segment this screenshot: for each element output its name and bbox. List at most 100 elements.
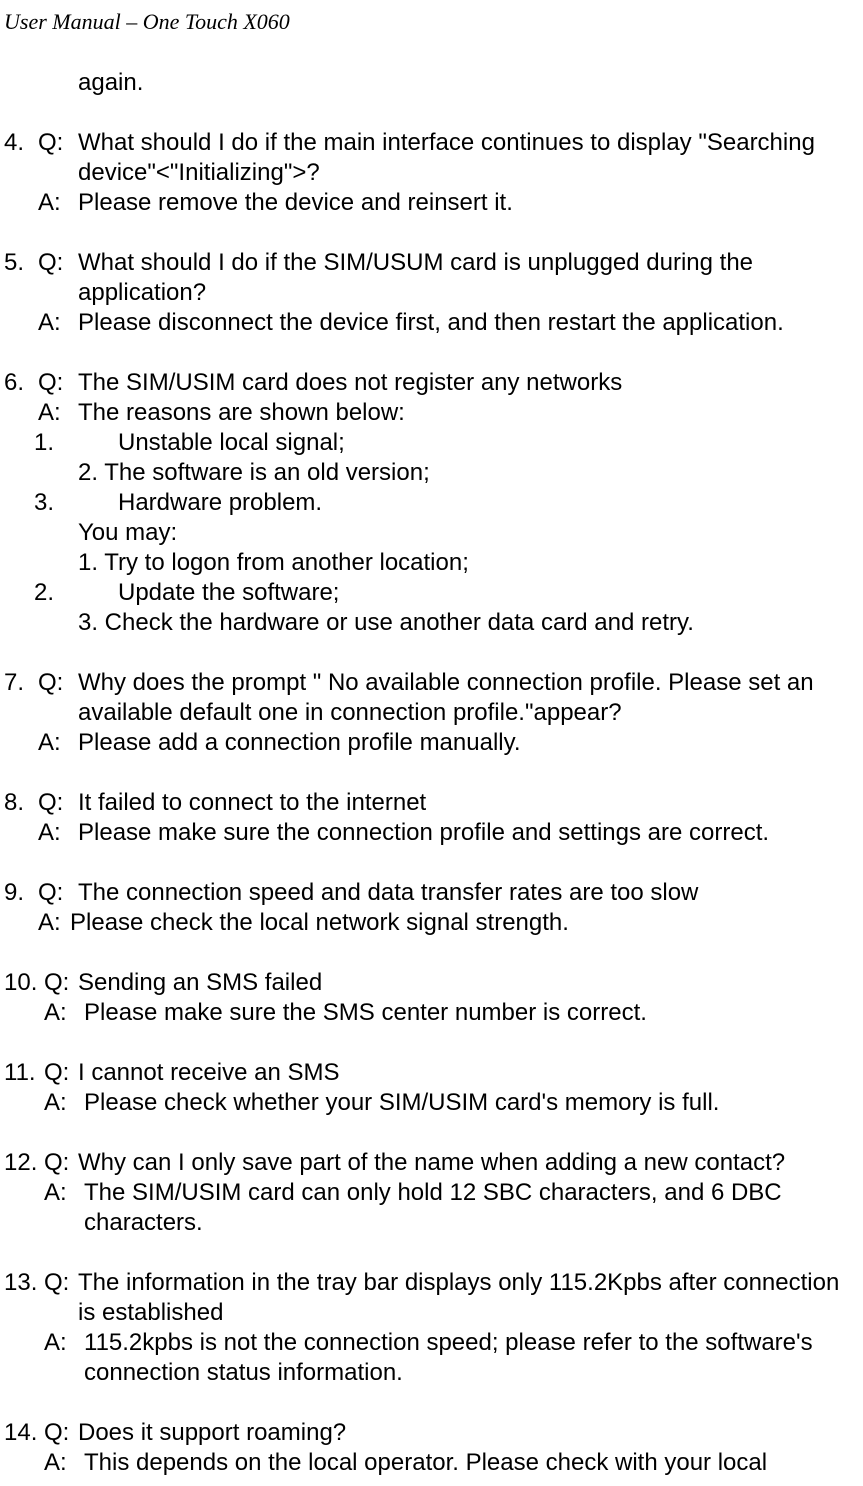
q-label: Q: xyxy=(44,1268,78,1328)
answer-row: 10.A:Please make sure the SMS center num… xyxy=(4,998,859,1028)
a-label: A: xyxy=(38,818,78,848)
answer-row: 13.A:115.2kpbs is not the connection spe… xyxy=(4,1328,859,1388)
answer-text: Please make sure the connection profile … xyxy=(78,818,859,848)
continuation-text: again. xyxy=(78,68,859,98)
q-label: Q: xyxy=(38,788,78,818)
answer-text: Please check whether your SIM/USIM card'… xyxy=(84,1088,859,1118)
answer-row: 4.A:Please remove the device and reinser… xyxy=(4,188,859,218)
item-number: 13. xyxy=(4,1268,44,1328)
answer-text: The reasons are shown below: xyxy=(78,398,859,428)
answer-text: The SIM/USIM card can only hold 12 SBC c… xyxy=(84,1178,859,1238)
question-row: 4.Q:What should I do if the main interfa… xyxy=(4,128,859,188)
sub-text: Unstable local signal; xyxy=(118,428,859,458)
q-label: Q: xyxy=(44,1058,78,1088)
a-label: A: xyxy=(44,998,84,1028)
item-number: 6. xyxy=(4,368,38,398)
question-row: 9.Q:The connection speed and data transf… xyxy=(4,878,859,908)
question-text: I cannot receive an SMS xyxy=(78,1058,859,1088)
answer-row: 8.A:Please make sure the connection prof… xyxy=(4,818,859,848)
a-label: A: xyxy=(44,1448,84,1478)
page-header: User Manual – One Touch X060 xyxy=(0,0,863,36)
sub-number: 3. xyxy=(4,488,78,518)
item-number: 7. xyxy=(4,668,38,728)
item-number: 5. xyxy=(4,248,38,308)
faq-item: 12.Q:Why can I only save part of the nam… xyxy=(4,1148,859,1238)
question-text: Why does the prompt " No available conne… xyxy=(78,668,859,728)
question-row: 11.Q:I cannot receive an SMS xyxy=(4,1058,859,1088)
q-label: Q: xyxy=(44,968,78,998)
document-body: again. 4.Q:What should I do if the main … xyxy=(0,36,863,1478)
a-label: A: xyxy=(38,308,78,338)
faq-item: 6.Q:The SIM/USIM card does not register … xyxy=(4,368,859,638)
item-number: 12. xyxy=(4,1148,44,1178)
a-label: A: xyxy=(38,188,78,218)
answer-text: Please make sure the SMS center number i… xyxy=(84,998,859,1028)
item-number: 14. xyxy=(4,1418,44,1448)
faq-item: 14.Q:Does it support roaming?14.A:This d… xyxy=(4,1418,859,1478)
sub-list-row: 3. Hardware problem. xyxy=(4,488,859,518)
faq-item: 10.Q:Sending an SMS failed10.A:Please ma… xyxy=(4,968,859,1028)
question-row: 14.Q:Does it support roaming? xyxy=(4,1418,859,1448)
a-label: A: xyxy=(38,728,78,758)
answer-row: 14.A:This depends on the local operator.… xyxy=(4,1448,859,1478)
question-row: 13.Q:The information in the tray bar dis… xyxy=(4,1268,859,1328)
question-text: The SIM/USIM card does not register any … xyxy=(78,368,859,398)
sub-number: 2. xyxy=(4,578,78,608)
question-text: The connection speed and data transfer r… xyxy=(78,878,859,908)
q-label: Q: xyxy=(38,248,78,308)
sub-number: 1. xyxy=(4,428,78,458)
a-label: A: xyxy=(38,398,78,428)
q-label: Q: xyxy=(38,878,78,908)
faq-item: 13.Q:The information in the tray bar dis… xyxy=(4,1268,859,1388)
answer-text: Please check the local network signal st… xyxy=(70,908,859,938)
sub-list-row: 1. Unstable local signal; xyxy=(4,428,859,458)
sub-list-row: 2. Update the software; xyxy=(4,578,859,608)
question-text: Why can I only save part of the name whe… xyxy=(78,1148,859,1178)
question-text: What should I do if the SIM/USUM card is… xyxy=(78,248,859,308)
question-text: It failed to connect to the internet xyxy=(78,788,859,818)
answer-row: 5.A:Please disconnect the device first, … xyxy=(4,308,859,338)
faq-list: 4.Q:What should I do if the main interfa… xyxy=(4,128,859,1478)
item-number: 8. xyxy=(4,788,38,818)
item-number: 9. xyxy=(4,878,38,908)
item-number: 10. xyxy=(4,968,44,998)
faq-item: 8.Q:It failed to connect to the internet… xyxy=(4,788,859,848)
faq-item: 7.Q:Why does the prompt " No available c… xyxy=(4,668,859,758)
faq-item: 5.Q:What should I do if the SIM/USUM car… xyxy=(4,248,859,338)
answer-text: Please disconnect the device first, and … xyxy=(78,308,859,338)
q-label: Q: xyxy=(44,1148,78,1178)
sub-mid-text: You may: xyxy=(78,518,859,548)
question-row: 12.Q:Why can I only save part of the nam… xyxy=(4,1148,859,1178)
question-row: 6.Q:The SIM/USIM card does not register … xyxy=(4,368,859,398)
question-row: 5.Q:What should I do if the SIM/USUM car… xyxy=(4,248,859,308)
question-text: What should I do if the main interface c… xyxy=(78,128,859,188)
answer-row: 6.A:The reasons are shown below: xyxy=(4,398,859,428)
question-text: Sending an SMS failed xyxy=(78,968,859,998)
question-row: 10.Q:Sending an SMS failed xyxy=(4,968,859,998)
a-label: A: xyxy=(44,1328,84,1388)
answer-text: Please add a connection profile manually… xyxy=(78,728,859,758)
answer-text: Please remove the device and reinsert it… xyxy=(78,188,859,218)
sub-list-row: 3. Check the hardware or use another dat… xyxy=(78,608,859,638)
item-number: 11. xyxy=(4,1058,44,1088)
q-label: Q: xyxy=(38,128,78,188)
question-text: The information in the tray bar displays… xyxy=(78,1268,859,1328)
faq-item: 11.Q:I cannot receive an SMS11.A:Please … xyxy=(4,1058,859,1118)
item-number: 4. xyxy=(4,128,38,188)
question-text: Does it support roaming? xyxy=(78,1418,859,1448)
answer-row: 12.A:The SIM/USIM card can only hold 12 … xyxy=(4,1178,859,1238)
answer-text: 115.2kpbs is not the connection speed; p… xyxy=(84,1328,859,1388)
a-label: A: xyxy=(44,1178,84,1238)
answer-text: This depends on the local operator. Plea… xyxy=(84,1448,859,1478)
faq-item: 4.Q:What should I do if the main interfa… xyxy=(4,128,859,218)
a-label: A: xyxy=(38,908,70,938)
answer-row: 9.A:Please check the local network signa… xyxy=(4,908,859,938)
answer-row: 11.A:Please check whether your SIM/USIM … xyxy=(4,1088,859,1118)
q-label: Q: xyxy=(38,368,78,398)
q-label: Q: xyxy=(44,1418,78,1448)
question-row: 7.Q:Why does the prompt " No available c… xyxy=(4,668,859,728)
sub-text: Update the software; xyxy=(118,578,859,608)
sub-text: Hardware problem. xyxy=(118,488,859,518)
question-row: 8.Q:It failed to connect to the internet xyxy=(4,788,859,818)
faq-item: 9.Q:The connection speed and data transf… xyxy=(4,878,859,938)
